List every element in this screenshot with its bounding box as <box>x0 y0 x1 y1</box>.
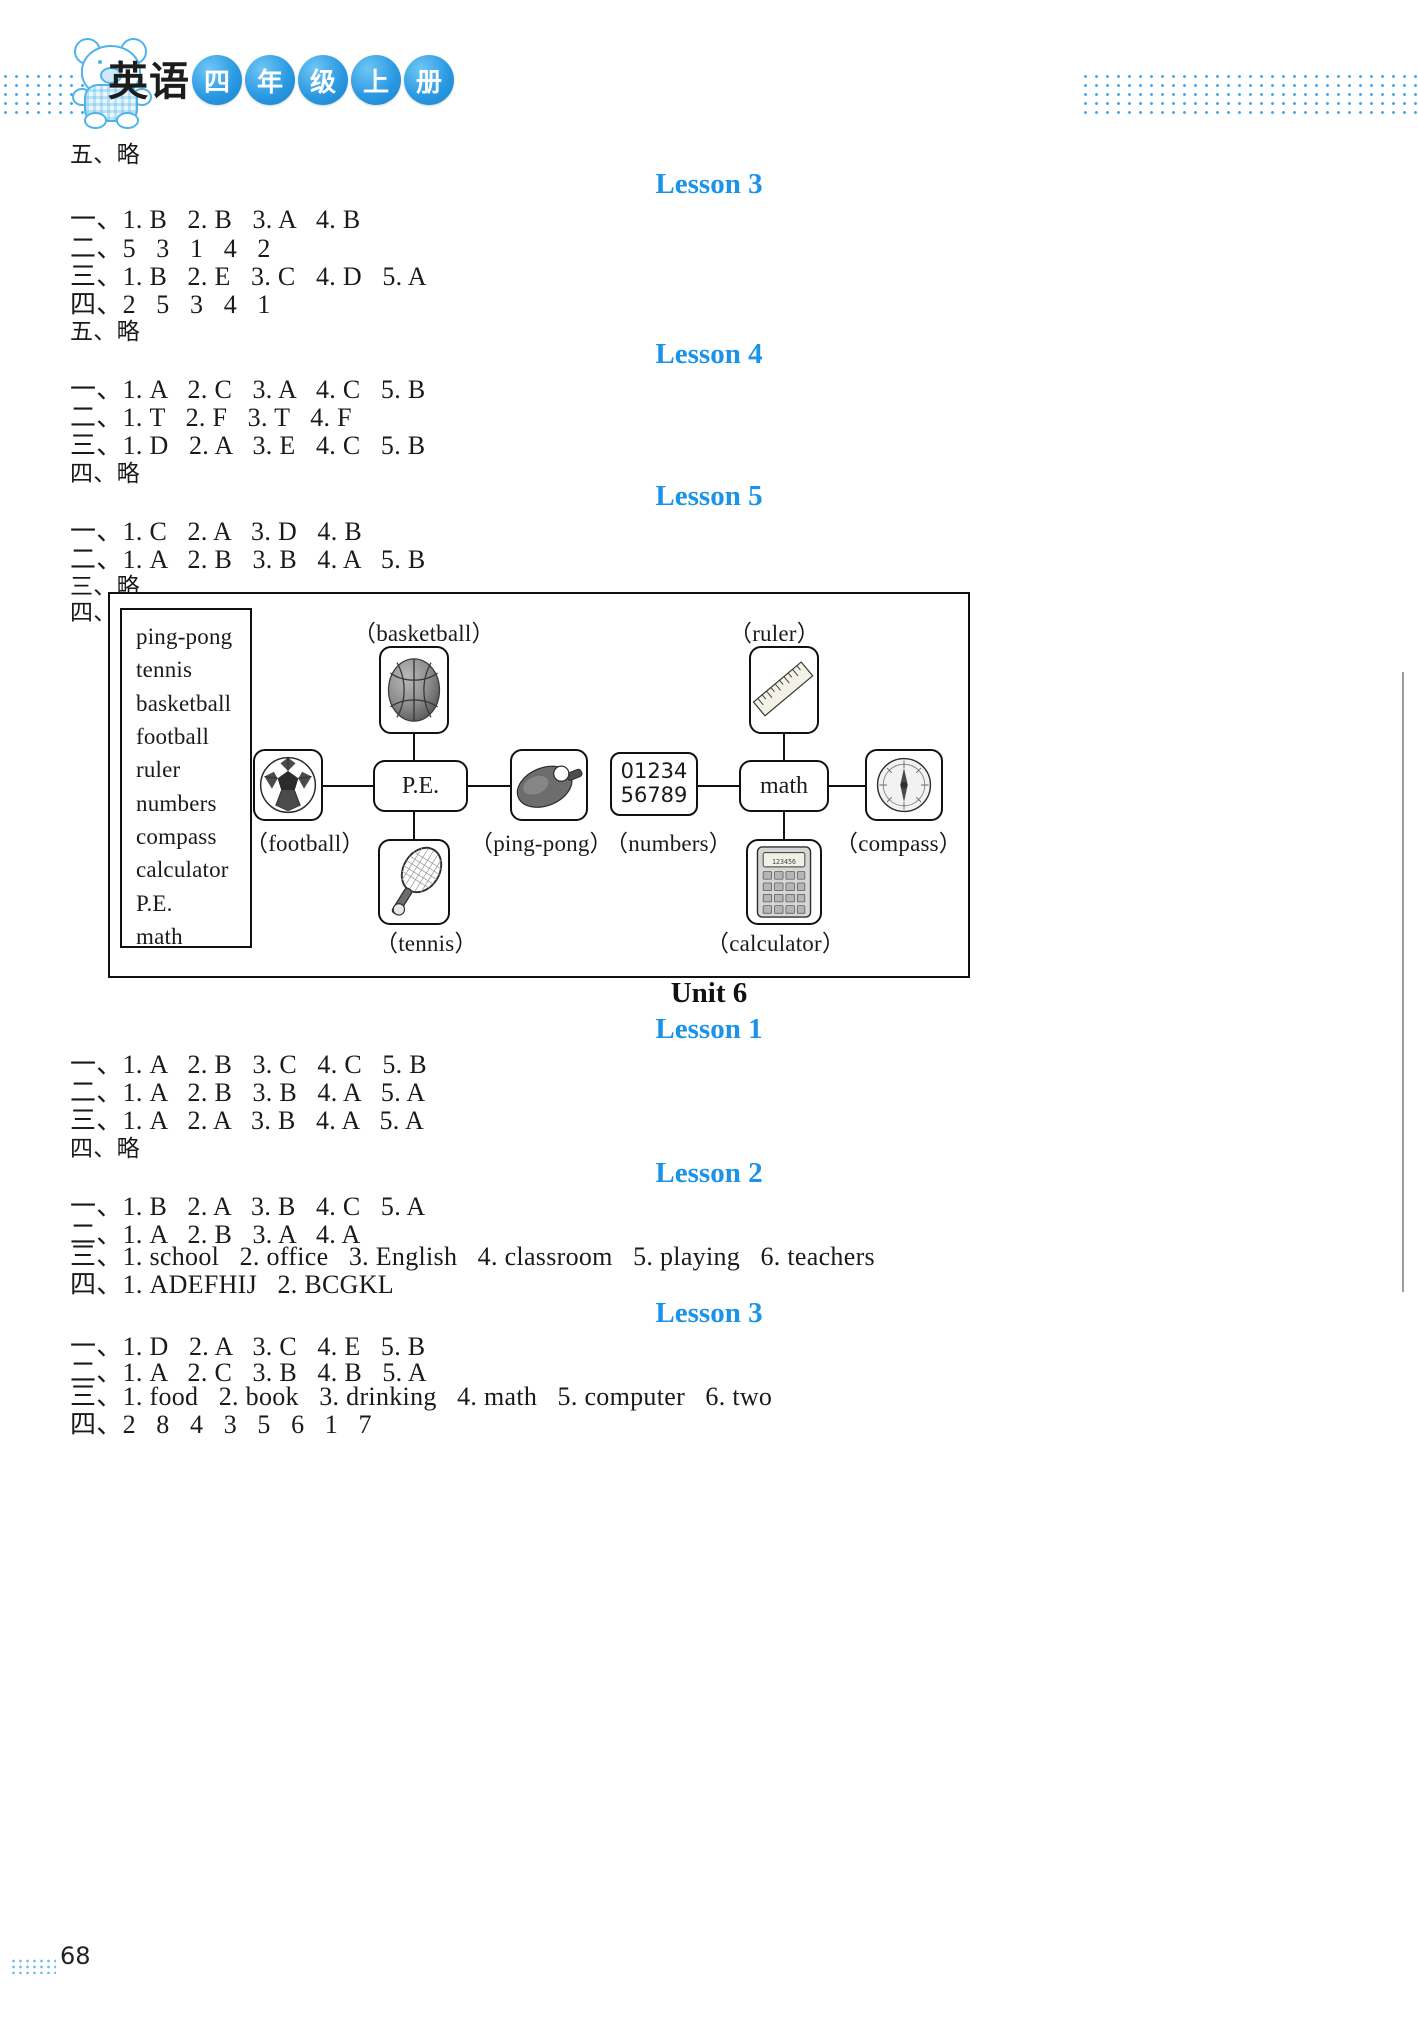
bear-foot-right-icon <box>116 112 139 129</box>
numbers-line-1: 01234 <box>620 759 688 784</box>
answer-line-u5l4-2: 二、1. T 2. F 3. T 4. F <box>70 403 352 432</box>
tennis-racket-icon <box>391 846 443 916</box>
node-basketball[interactable] <box>379 646 449 734</box>
grade-badge-2: 年 <box>245 55 295 105</box>
word-bank-item: P.E. <box>136 890 173 916</box>
lesson-heading-u6l3: Lesson 3 <box>655 1297 763 1329</box>
answer-line-u5l3-3: 三、1. B 2. E 3. C 4. D 5. A <box>70 262 427 291</box>
answer-line-u5l3-4: 四、2 5 3 4 1 <box>70 290 271 319</box>
answer-line-u6l3-3: 三、1. food 2. book 3. drinking 4. math 5.… <box>70 1382 773 1411</box>
edge-pe-pingpong <box>467 785 510 787</box>
edge-numbers-math <box>698 785 739 787</box>
page-header: 英语 四 年 级 上 册 <box>0 0 1418 130</box>
node-math[interactable]: math <box>739 760 829 812</box>
node-pingpong[interactable] <box>510 749 588 821</box>
soccer-ball-icon <box>259 756 317 814</box>
caption-calculator: （calculator） <box>706 931 846 956</box>
grade-badge-5: 册 <box>404 55 454 105</box>
grade-badge-3: 级 <box>298 55 348 105</box>
calculator-icon: 123456 <box>756 846 812 918</box>
word-bank-item: basketball <box>136 690 232 716</box>
ping-pong-paddle-icon <box>516 765 583 808</box>
caption-basketball: （basketball） <box>353 621 495 646</box>
word-bank-item: compass <box>136 824 217 850</box>
caption-compass: （compass） <box>835 831 963 856</box>
answer-line-u5l4-3: 三、1. D 2. A 3. E 4. C 5. B <box>70 431 426 460</box>
answer-line-u5l4-1: 一、1. A 2. C 3. A 4. C 5. B <box>70 375 426 404</box>
node-calculator[interactable]: 123456 <box>746 839 822 925</box>
lesson-heading-u5l5: Lesson 5 <box>655 480 763 512</box>
ruler-icon <box>752 661 814 717</box>
caption-football: （football） <box>245 831 365 856</box>
node-pe[interactable]: P.E. <box>373 760 468 812</box>
subject-title: 英语 <box>108 59 190 105</box>
caption-tennis: （tennis） <box>375 931 478 956</box>
answer-line-top-five: 五、略 <box>70 142 140 168</box>
node-football[interactable] <box>253 749 323 821</box>
answer-line-u6l2-3: 三、1. school 2. office 3. English 4. clas… <box>70 1242 875 1271</box>
unit-heading-6: Unit 6 <box>670 977 748 1009</box>
word-bank-item: math <box>136 924 183 950</box>
grade-badge-1: 四 <box>192 55 242 105</box>
edge-math-compass <box>829 785 865 787</box>
answer-line-u6l3-4: 四、2 8 4 3 5 6 1 7 <box>70 1410 372 1439</box>
edge-ruler-math <box>783 734 785 760</box>
caption-numbers: （numbers） <box>605 831 733 856</box>
answer-line-u5l5-1: 一、1. C 2. A 3. D 4. B <box>70 517 362 546</box>
edge-basketball-pe <box>413 734 415 760</box>
grade-badge-group: 四 年 级 上 册 <box>192 55 454 105</box>
bear-foot-left-icon <box>84 112 107 129</box>
answer-line-u6l1-2: 二、1. A 2. B 3. B 4. A 5. A <box>70 1078 426 1107</box>
answer-line-u5l3-2: 二、5 3 1 4 2 <box>70 234 271 263</box>
edge-pe-tennis <box>413 811 415 839</box>
word-bank-item: calculator <box>136 857 229 883</box>
caption-ruler: （ruler） <box>729 621 820 646</box>
word-bank-item: football <box>136 724 210 750</box>
word-bank-item: numbers <box>136 790 217 816</box>
basketball-icon <box>387 658 441 722</box>
lesson-heading-u6l1: Lesson 1 <box>655 1013 763 1045</box>
answer-line-u6l1-3: 三、1. A 2. A 3. B 4. A 5. A <box>70 1106 425 1135</box>
word-bank-item: ruler <box>136 757 181 783</box>
answer-line-u5l3-1: 一、1. B 2. B 3. A 4. B <box>70 205 361 234</box>
page-edge-marker <box>10 1958 56 1974</box>
word-bank-item: tennis <box>136 657 193 683</box>
lesson-heading-u5l4: Lesson 4 <box>655 338 763 370</box>
caption-pingpong: （ping-pong） <box>470 831 613 856</box>
dot-pattern-right <box>1080 72 1418 114</box>
compass-icon <box>876 757 932 813</box>
answer-line-u6l1-1: 一、1. A 2. B 3. C 4. C 5. B <box>70 1050 427 1079</box>
edge-football-pe <box>323 785 373 787</box>
word-bank-box: ping-pong tennis basketball football rul… <box>120 608 252 949</box>
bear-eye-left-icon <box>98 60 102 64</box>
numbers-line-2: 56789 <box>620 783 688 807</box>
page-number: 68 <box>60 1942 91 1970</box>
answer-line-u5l5-2: 二、1. A 2. B 3. B 4. A 5. B <box>70 545 426 574</box>
grade-badge-4: 上 <box>351 55 401 105</box>
lesson-heading-u6l2: Lesson 2 <box>655 1157 763 1189</box>
svg-text:123456: 123456 <box>772 858 796 866</box>
node-ruler[interactable] <box>749 646 819 734</box>
lesson-heading-u5l3: Lesson 3 <box>655 168 763 200</box>
node-tennis[interactable] <box>378 839 450 925</box>
edge-math-calculator <box>783 811 785 839</box>
node-compass[interactable] <box>865 749 943 821</box>
answer-line-u6l2-1: 一、1. B 2. A 3. B 4. C 5. A <box>70 1192 426 1221</box>
mind-map-diagram: ping-pong tennis basketball football rul… <box>108 592 970 978</box>
word-bank-item: ping-pong <box>136 624 233 649</box>
node-numbers[interactable]: 01234 56789 <box>610 752 698 816</box>
